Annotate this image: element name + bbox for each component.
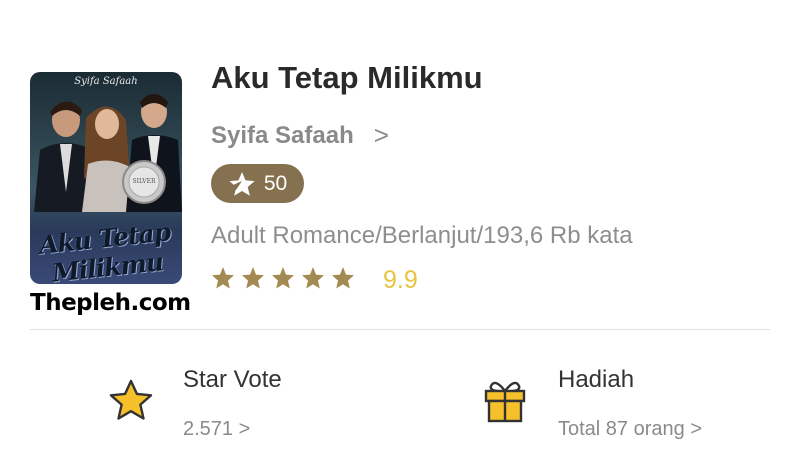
watermark-text: Thepleh.com — [30, 290, 191, 316]
gift-total[interactable]: Total 87 orang > — [558, 418, 702, 441]
author-link[interactable]: Syifa Safaah > — [211, 120, 389, 151]
star-vote-count[interactable]: 2.571 > — [183, 418, 250, 441]
chevron-right-icon: > — [373, 120, 389, 150]
rank-value: 50 — [263, 171, 288, 195]
star-icon — [302, 267, 324, 289]
star-icon — [272, 267, 294, 289]
gift-icon — [484, 381, 526, 423]
rating-stars — [211, 266, 355, 290]
rank-star-icon — [229, 171, 255, 196]
author-name: Syifa Safaah — [211, 121, 354, 149]
rank-badge[interactable]: 50 — [211, 164, 304, 203]
star-vote-label: Star Vote — [183, 366, 282, 393]
book-meta: Adult Romance/Berlanjut/193,6 Rb kata — [211, 222, 633, 249]
cover-author-text: Syifa Safaah — [74, 76, 138, 87]
book-title: Aku Tetap Milikmu — [211, 60, 483, 95]
star-icon — [242, 267, 264, 289]
book-cover[interactable]: Syifa Safaah SILVER Aku Tetap Milikmu — [30, 72, 182, 284]
cover-silver-badge-text: SILVER — [132, 178, 156, 185]
star-icon — [212, 267, 234, 289]
divider — [30, 329, 770, 330]
rating-value: 9.9 — [383, 266, 418, 294]
gift-label: Hadiah — [558, 366, 635, 393]
star-icon — [332, 267, 354, 289]
star-vote-icon — [109, 379, 153, 420]
